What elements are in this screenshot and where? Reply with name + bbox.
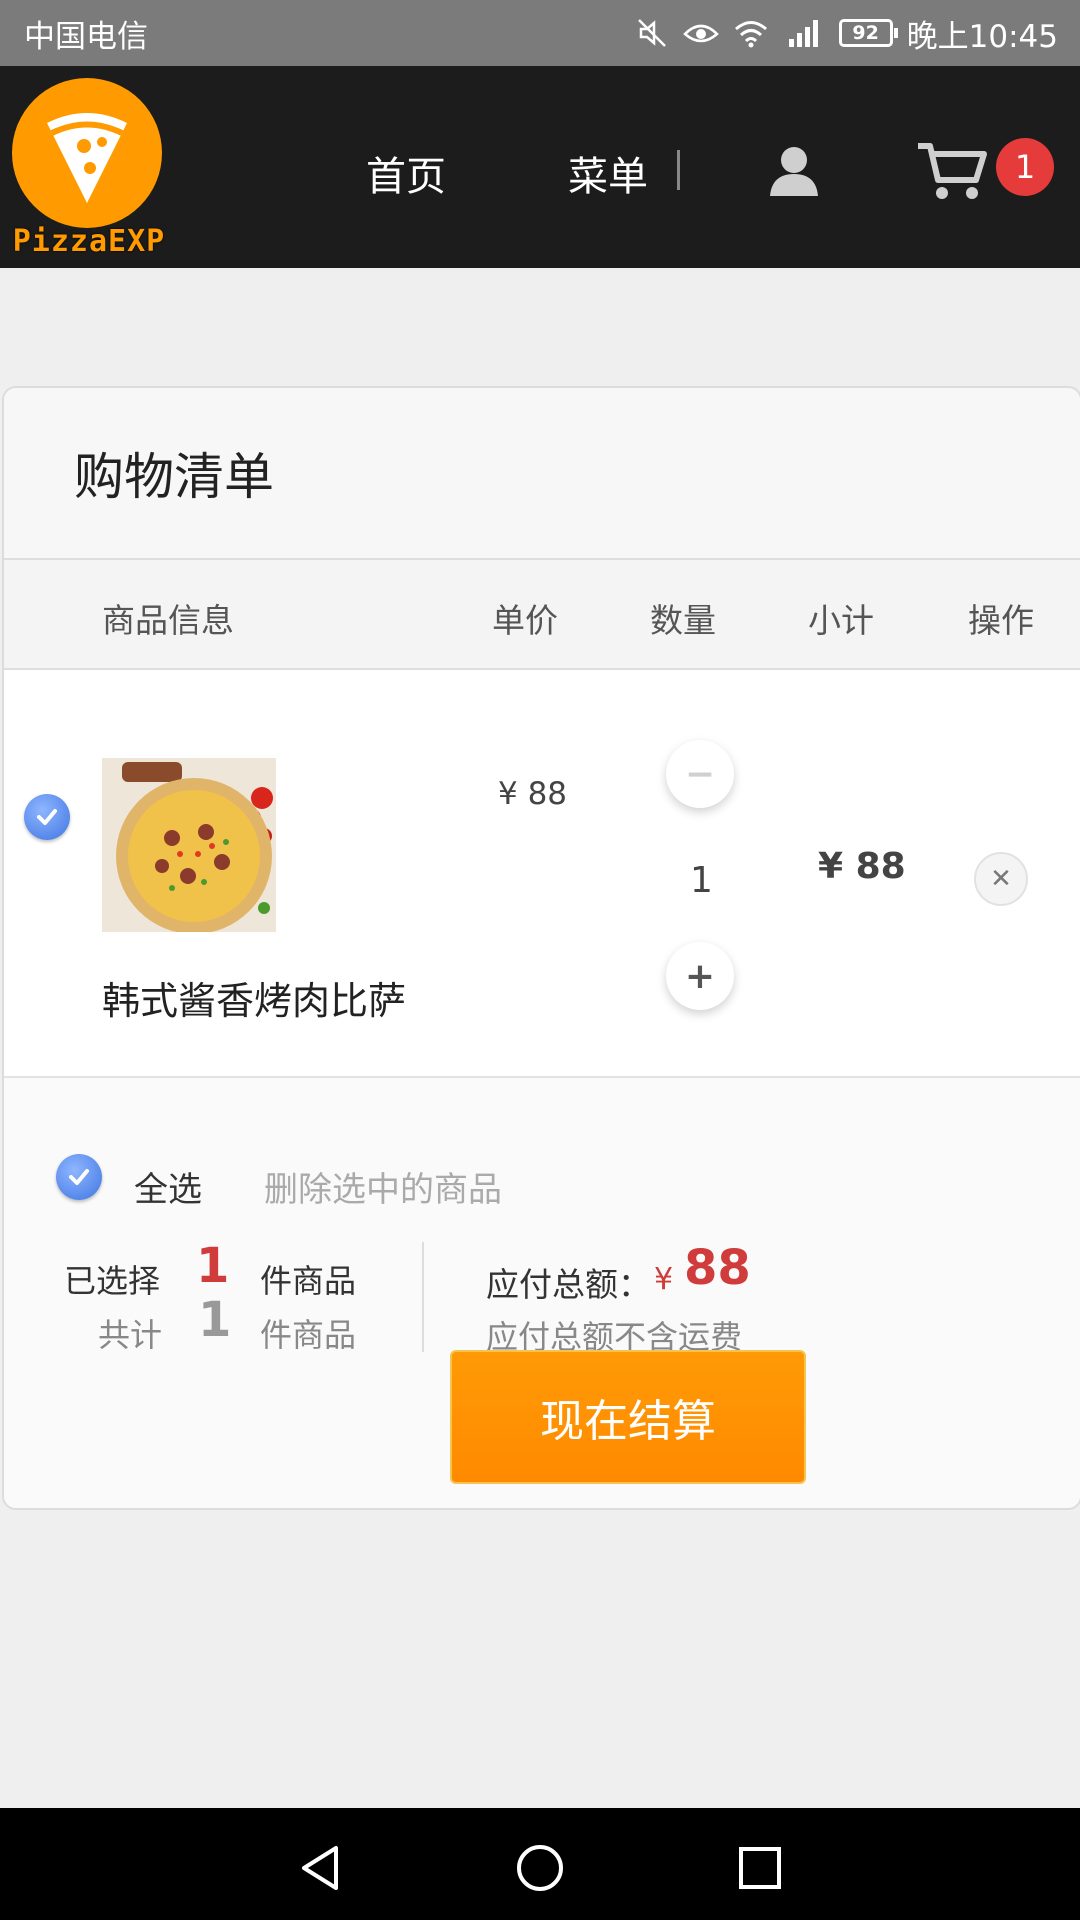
home-icon[interactable] <box>510 1838 570 1898</box>
total-count: 1 <box>198 1292 232 1348</box>
logo[interactable]: PizzaEXP <box>4 72 174 262</box>
page-title: 购物清单 <box>74 448 274 506</box>
amount-label: 应付总额： <box>486 1265 651 1304</box>
cart-summary: 全选 删除选中的商品 已选择 1 件商品 共计 1 件商品 应付总额： ¥ 88… <box>4 1078 1080 1508</box>
selected-prefix: 已选择 <box>64 1262 161 1300</box>
item-subtotal: ¥ 88 <box>818 846 906 887</box>
check-icon <box>37 809 57 825</box>
column-header-subtotal: 小计 <box>808 601 874 640</box>
column-header-price: 单价 <box>492 601 558 640</box>
remove-item-button[interactable]: ✕ <box>974 852 1028 906</box>
table-row: 韩式酱香烤肉比萨 ¥ 88 − 1 + ¥ 88 ✕ <box>4 670 1080 1078</box>
product-image[interactable] <box>102 758 276 932</box>
summary-divider <box>422 1242 424 1352</box>
checkout-button[interactable]: 现在结算 <box>450 1350 806 1484</box>
pizza-slice-icon <box>12 78 162 228</box>
back-icon[interactable] <box>292 1838 352 1898</box>
unit-price: ¥ 88 <box>498 776 568 812</box>
4g-signal-icon <box>783 17 825 49</box>
user-icon[interactable] <box>766 142 822 198</box>
delete-selected-link[interactable]: 删除选中的商品 <box>264 1162 502 1211</box>
cart-panel: 购物清单 商品信息 单价 数量 小计 操作 韩式酱香烤肉比萨 ¥ 88 − 1 … <box>2 386 1080 1510</box>
status-icons: 92 晚上10:45 <box>635 11 1058 56</box>
clock: 晚上10:45 <box>906 18 1058 55</box>
item-checkbox[interactable] <box>24 794 70 840</box>
cart-icon[interactable] <box>916 140 988 202</box>
logo-text: PizzaEXP <box>12 224 166 259</box>
decrease-qty-button[interactable]: − <box>666 740 734 808</box>
selected-count: 1 <box>196 1238 230 1294</box>
column-header-operation: 操作 <box>968 601 1034 640</box>
recent-apps-icon[interactable] <box>730 1838 790 1898</box>
nav-menu[interactable]: 菜单 <box>568 144 648 202</box>
cart-count-badge: 1 <box>996 138 1054 196</box>
nav-home[interactable]: 首页 <box>366 144 446 202</box>
check-icon <box>69 1169 89 1185</box>
status-bar: 中国电信 92 晚上10:45 <box>0 0 1080 66</box>
amount-value: 88 <box>684 1240 751 1296</box>
minus-icon: − <box>684 753 716 795</box>
close-icon: ✕ <box>990 864 1012 894</box>
increase-qty-button[interactable]: + <box>666 942 734 1010</box>
select-all-checkbox[interactable] <box>56 1154 102 1200</box>
select-all-label[interactable]: 全选 <box>134 1162 202 1211</box>
total-suffix: 件商品 <box>260 1316 357 1354</box>
column-header-qty: 数量 <box>650 601 716 640</box>
app-header: PizzaEXP 首页 菜单 1 <box>0 66 1080 268</box>
battery-icon: 92 <box>838 19 898 47</box>
carrier-name: 中国电信 <box>24 18 148 55</box>
selected-suffix: 件商品 <box>260 1262 357 1300</box>
column-header-info: 商品信息 <box>102 601 234 640</box>
quantity-value: 1 <box>690 860 713 901</box>
eye-icon <box>682 18 719 48</box>
nav-divider <box>677 150 680 190</box>
amount-currency: ¥ <box>654 1262 674 1297</box>
plus-icon: + <box>684 955 716 997</box>
mute-icon <box>635 16 669 50</box>
cart-table-header: 商品信息 单价 数量 小计 操作 <box>4 560 1080 670</box>
product-name[interactable]: 韩式酱香烤肉比萨 <box>102 970 406 1025</box>
total-prefix: 共计 <box>98 1316 163 1354</box>
system-nav-bar <box>0 1808 1080 1920</box>
cart-title-bar: 购物清单 <box>4 388 1080 560</box>
wifi-icon <box>733 18 769 48</box>
